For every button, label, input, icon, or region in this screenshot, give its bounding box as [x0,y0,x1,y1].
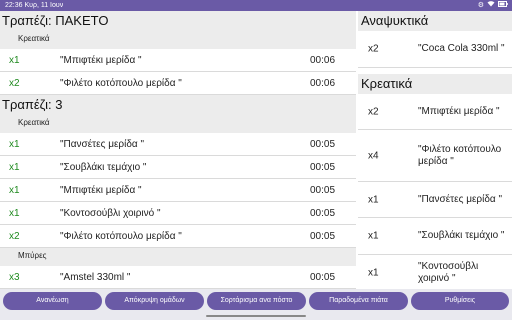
order-elapsed-time: 00:05 [310,139,336,150]
gesture-nav-handle[interactable] [206,315,306,317]
order-qty: x1 [9,139,20,150]
category-title: Κρεατικά [0,31,356,49]
order-item-name: "Σουβλάκι τεμάχιο " [60,162,147,173]
order-elapsed-time: 00:05 [310,272,336,283]
summary-item-name: "Κοντοσούβλι χοιρινό " [418,261,479,284]
order-row[interactable]: x1 "Μπιφτέκι μερίδα " 00:05 [0,179,356,202]
delivered-plates-button[interactable]: Παραδομένα πιάτα [309,292,408,310]
status-icons: ⚙ [478,0,508,11]
order-qty: x2 [9,78,20,89]
order-item-name: "Μπιφτέκι μερίδα " [60,185,142,196]
orders-panel[interactable]: Τραπέζι: ΠΑΚΕΤΟ Κρεατικά x1 "Μπιφτέκι με… [0,11,356,289]
order-item-name: "Amstel 330ml " [60,272,131,283]
settings-icon: ⚙ [477,2,484,9]
table-title: Τραπέζι: 3 [0,95,356,115]
order-row[interactable]: x3 "Amstel 330ml " 00:05 [0,266,356,289]
status-bar: 22:36 Κυρ, 11 Ιουν ⚙ [0,0,512,11]
order-qty: x1 [9,208,20,219]
refresh-button[interactable]: Ανανέωση [3,292,102,310]
order-qty: x1 [9,55,20,66]
summary-row[interactable]: x2 "Μπιφτέκι μερίδα " [358,94,512,130]
order-row[interactable]: x2 "Φιλέτο κοτόπουλο μερίδα " 00:06 [0,72,356,95]
order-row[interactable]: x1 "Κοντοσούβλι χοιρινό " 00:05 [0,202,356,225]
battery-icon [498,0,508,11]
summary-qty: x1 [368,230,379,242]
order-elapsed-time: 00:05 [310,162,336,173]
order-item-name: "Φιλέτο κοτόπουλο μερίδα " [60,78,182,89]
summary-item-name: "Coca Cola 330ml " [418,43,505,54]
summary-qty: x1 [368,194,379,205]
order-item-name: "Κοντοσούβλι χοιρινό " [60,208,161,219]
summary-row[interactable]: x1 "Κοντοσούβλι χοιρινό " [358,255,512,289]
category-title: Μπύρες [0,248,356,266]
order-row[interactable]: x1 "Πανσέτες μερίδα " 00:05 [0,133,356,156]
order-elapsed-time: 00:06 [310,78,336,89]
order-elapsed-time: 00:05 [310,231,336,242]
summary-item-name: "Μπιφτέκι μερίδα " [418,105,500,117]
hide-groups-button[interactable]: Απόκρυψη ομάδων [105,292,204,310]
sort-by-station-button[interactable]: Σορτάρισμα ανα πόστο [207,292,306,310]
summary-row[interactable]: x1 "Σουβλάκι τεμάχιο " [358,218,512,255]
summary-section-title: Κρεατικά [358,74,512,94]
order-row[interactable]: x1 "Μπιφτέκι μερίδα " 00:06 [0,49,356,72]
summary-row[interactable]: x2 "Coca Cola 330ml " [358,31,512,68]
summary-row[interactable]: x4 "Φιλέτο κοτόπουλο μερίδα " [358,130,512,182]
summary-row[interactable]: x1 "Πανσέτες μερίδα " [358,182,512,218]
category-title: Κρεατικά [0,115,356,133]
order-row[interactable]: x2 "Φιλέτο κοτόπουλο μερίδα " 00:05 [0,225,356,248]
wifi-icon [487,0,495,11]
order-qty: x3 [9,272,20,283]
order-item-name: "Φιλέτο κοτόπουλο μερίδα " [60,231,182,242]
summary-qty: x4 [368,150,379,161]
summary-qty: x1 [368,267,379,279]
order-qty: x1 [9,162,20,173]
order-qty: x1 [9,185,20,196]
order-elapsed-time: 00:06 [310,55,336,66]
main-content: Τραπέζι: ΠΑΚΕΤΟ Κρεατικά x1 "Μπιφτέκι με… [0,11,512,289]
summary-qty: x2 [368,43,379,55]
bottom-action-bar: Ανανέωση Απόκρυψη ομάδων Σορτάρισμα ανα … [0,289,512,320]
status-time: 22:36 Κυρ, 11 Ιουν [5,2,64,9]
order-qty: x2 [9,231,20,242]
table-title: Τραπέζι: ΠΑΚΕΤΟ [0,11,356,31]
order-row[interactable]: x1 "Σουβλάκι τεμάχιο " 00:05 [0,156,356,179]
settings-button[interactable]: Ρυθμίσεις [411,292,509,310]
summary-item-name: "Φιλέτο κοτόπουλο μερίδα " [418,143,502,167]
order-elapsed-time: 00:05 [310,185,336,196]
order-item-name: "Μπιφτέκι μερίδα " [60,55,142,66]
summary-item-name: "Πανσέτες μερίδα " [418,193,502,205]
order-elapsed-time: 00:05 [310,208,336,219]
summary-item-name: "Σουβλάκι τεμάχιο " [418,230,505,241]
order-item-name: "Πανσέτες μερίδα " [60,139,144,150]
summary-panel[interactable]: Αναψυκτικά x2 "Coca Cola 330ml " Κρεατικ… [358,11,512,289]
summary-section-title: Αναψυκτικά [358,11,512,31]
summary-qty: x2 [368,106,379,117]
